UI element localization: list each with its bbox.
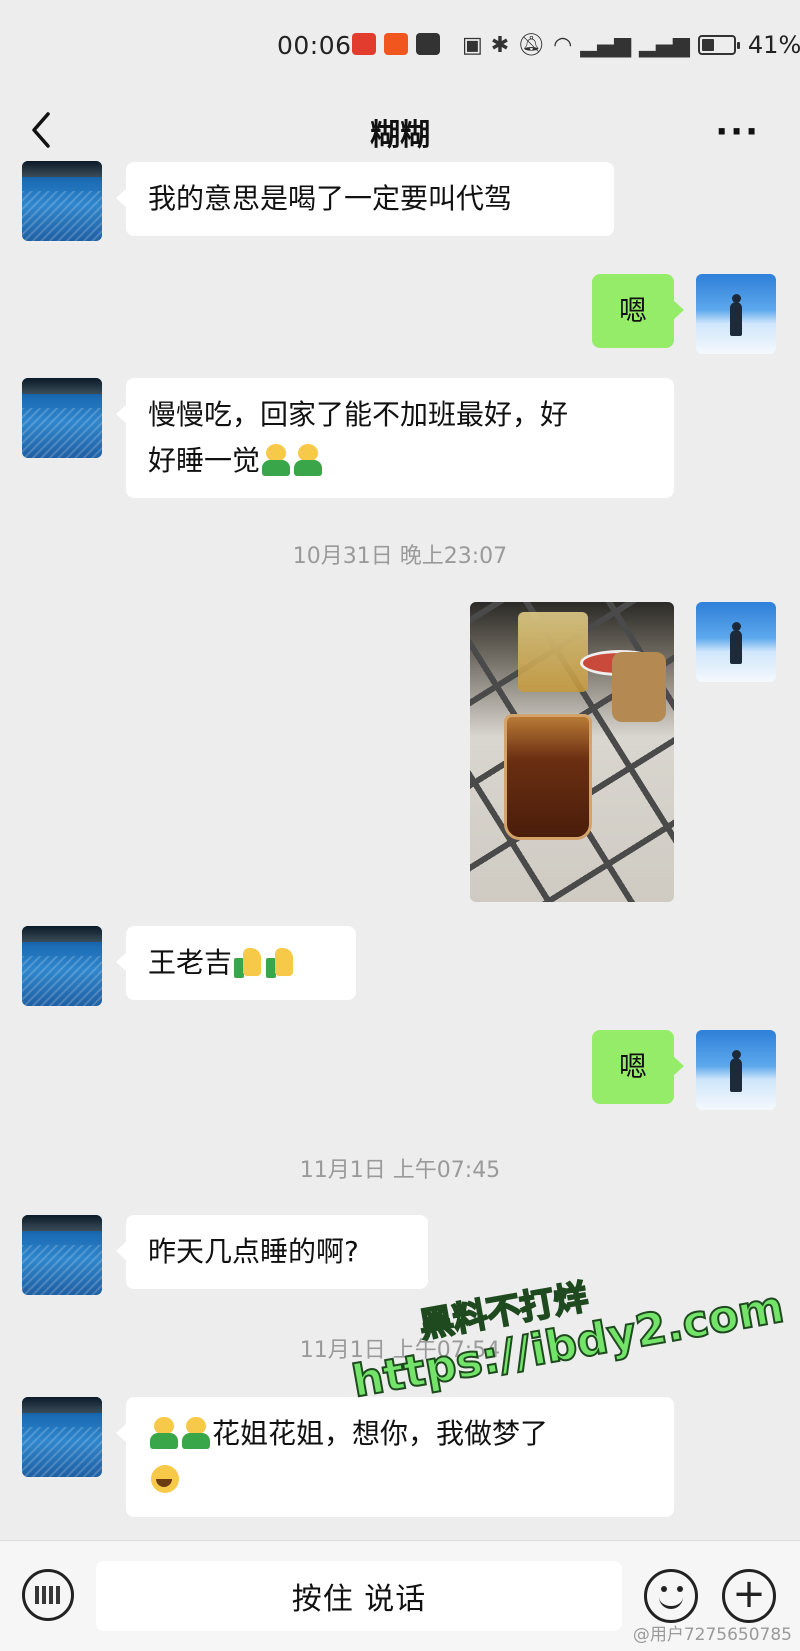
hug-emoji-icon [262,444,291,476]
more-dots-icon[interactable]: ··· [715,112,760,152]
my-avatar[interactable] [696,602,776,682]
plus-icon[interactable]: + [722,1569,776,1623]
message-timestamp: 10月31日 晚上23:07 [292,544,508,569]
contact-avatar[interactable] [22,1397,102,1477]
message-text: 昨天几点睡的啊? [148,1235,359,1268]
message-text-line: 花姐花姐，想你，我做梦了 [148,1411,652,1457]
battery-percent: 41% [747,31,800,59]
thumbs-up-emoji-icon [266,946,294,978]
message-text: 嗯 [618,294,647,327]
chat-title: 糊糊 [370,118,430,153]
chat-header: 糊糊 ··· [0,90,800,170]
source-watermark: @用户7275650785 [632,1625,792,1645]
input-bar: 按住 说话 + @用户7275650785 [0,1540,800,1651]
avatar-figure [730,622,742,664]
message-text: 花姐花姐，想你，我做梦了 [212,1417,549,1450]
received-message[interactable]: 花姐花姐，想你，我做梦了 [116,1397,674,1517]
status-bar: 00:06 ▣ ✱ 🔕︎ ◠ ▂▄▆ ▂▄▆ 41% [0,0,800,90]
received-message[interactable]: 我的意思是喝了一定要叫代驾 [116,162,614,236]
thumbs-up-emoji-icon [234,946,262,978]
message-timestamp: 11月1日 上午07:45 [299,1158,501,1183]
signal-4g-icon: ▂▄▆ [580,32,632,58]
received-message[interactable]: 昨天几点睡的啊? [116,1215,428,1289]
nfc-icon: ▣ [462,32,483,58]
message-text: 我的意思是喝了一定要叫代驾 [148,182,513,215]
keyboard-keys [35,1586,61,1604]
contact-avatar[interactable] [22,161,102,241]
notification-icons [352,33,440,55]
hug-emoji-icon [294,444,323,476]
message-text-line [148,1457,652,1503]
bluetooth-icon: ✱ [490,32,510,58]
photo-glass [504,714,592,840]
app-notification-icon [384,33,408,55]
wifi-icon: ◠ [553,32,573,58]
message-text: 好睡一觉 [148,444,261,477]
signal-5g-icon: ▂▄▆ [639,32,690,58]
message-text-line: 好睡一觉 [148,438,652,484]
laughing-crying-emoji-icon [150,1463,179,1495]
my-avatar[interactable] [696,274,776,354]
chat-message-list[interactable]: 我的意思是喝了一定要叫代驾 嗯 慢慢吃，回家了能不加班最好，好 好睡一觉 10月… [0,160,800,1540]
photo-bottle [518,612,588,692]
hug-emoji-icon [150,1417,178,1449]
app-notification-icon [352,33,376,55]
sent-message[interactable]: 嗯 [592,1030,684,1104]
system-icons: ▣ ✱ 🔕︎ ◠ ▂▄▆ ▂▄▆ 41% [462,31,800,59]
battery-fill [701,39,715,51]
received-message[interactable]: 慢慢吃，回家了能不加班最好，好 好睡一觉 [116,378,674,498]
emoji-icon[interactable] [644,1569,698,1623]
contact-avatar[interactable] [22,926,102,1006]
avatar-figure [730,1050,742,1092]
message-timestamp: 11月1日 上午07:54 [299,1338,501,1363]
status-time: 00:06 [277,31,352,60]
sent-photo[interactable] [470,602,674,902]
mute-icon: 🔕︎ [517,32,546,58]
message-text-line: 慢慢吃，回家了能不加班最好，好 [148,398,569,431]
contact-avatar[interactable] [22,1215,102,1295]
message-text: 嗯 [618,1050,647,1083]
hold-to-talk-button[interactable]: 按住 说话 [96,1561,622,1631]
avatar-figure [730,294,742,336]
my-avatar[interactable] [696,1030,776,1110]
message-text: 王老吉 [148,946,233,979]
app-notification-icon [416,33,440,55]
sent-message[interactable]: 嗯 [592,274,684,348]
received-message[interactable]: 王老吉 [116,926,356,1000]
battery-icon [697,35,740,55]
keyboard-icon[interactable] [22,1569,74,1621]
photo-plate [612,652,666,722]
hug-emoji-icon [182,1417,210,1449]
contact-avatar[interactable] [22,378,102,458]
